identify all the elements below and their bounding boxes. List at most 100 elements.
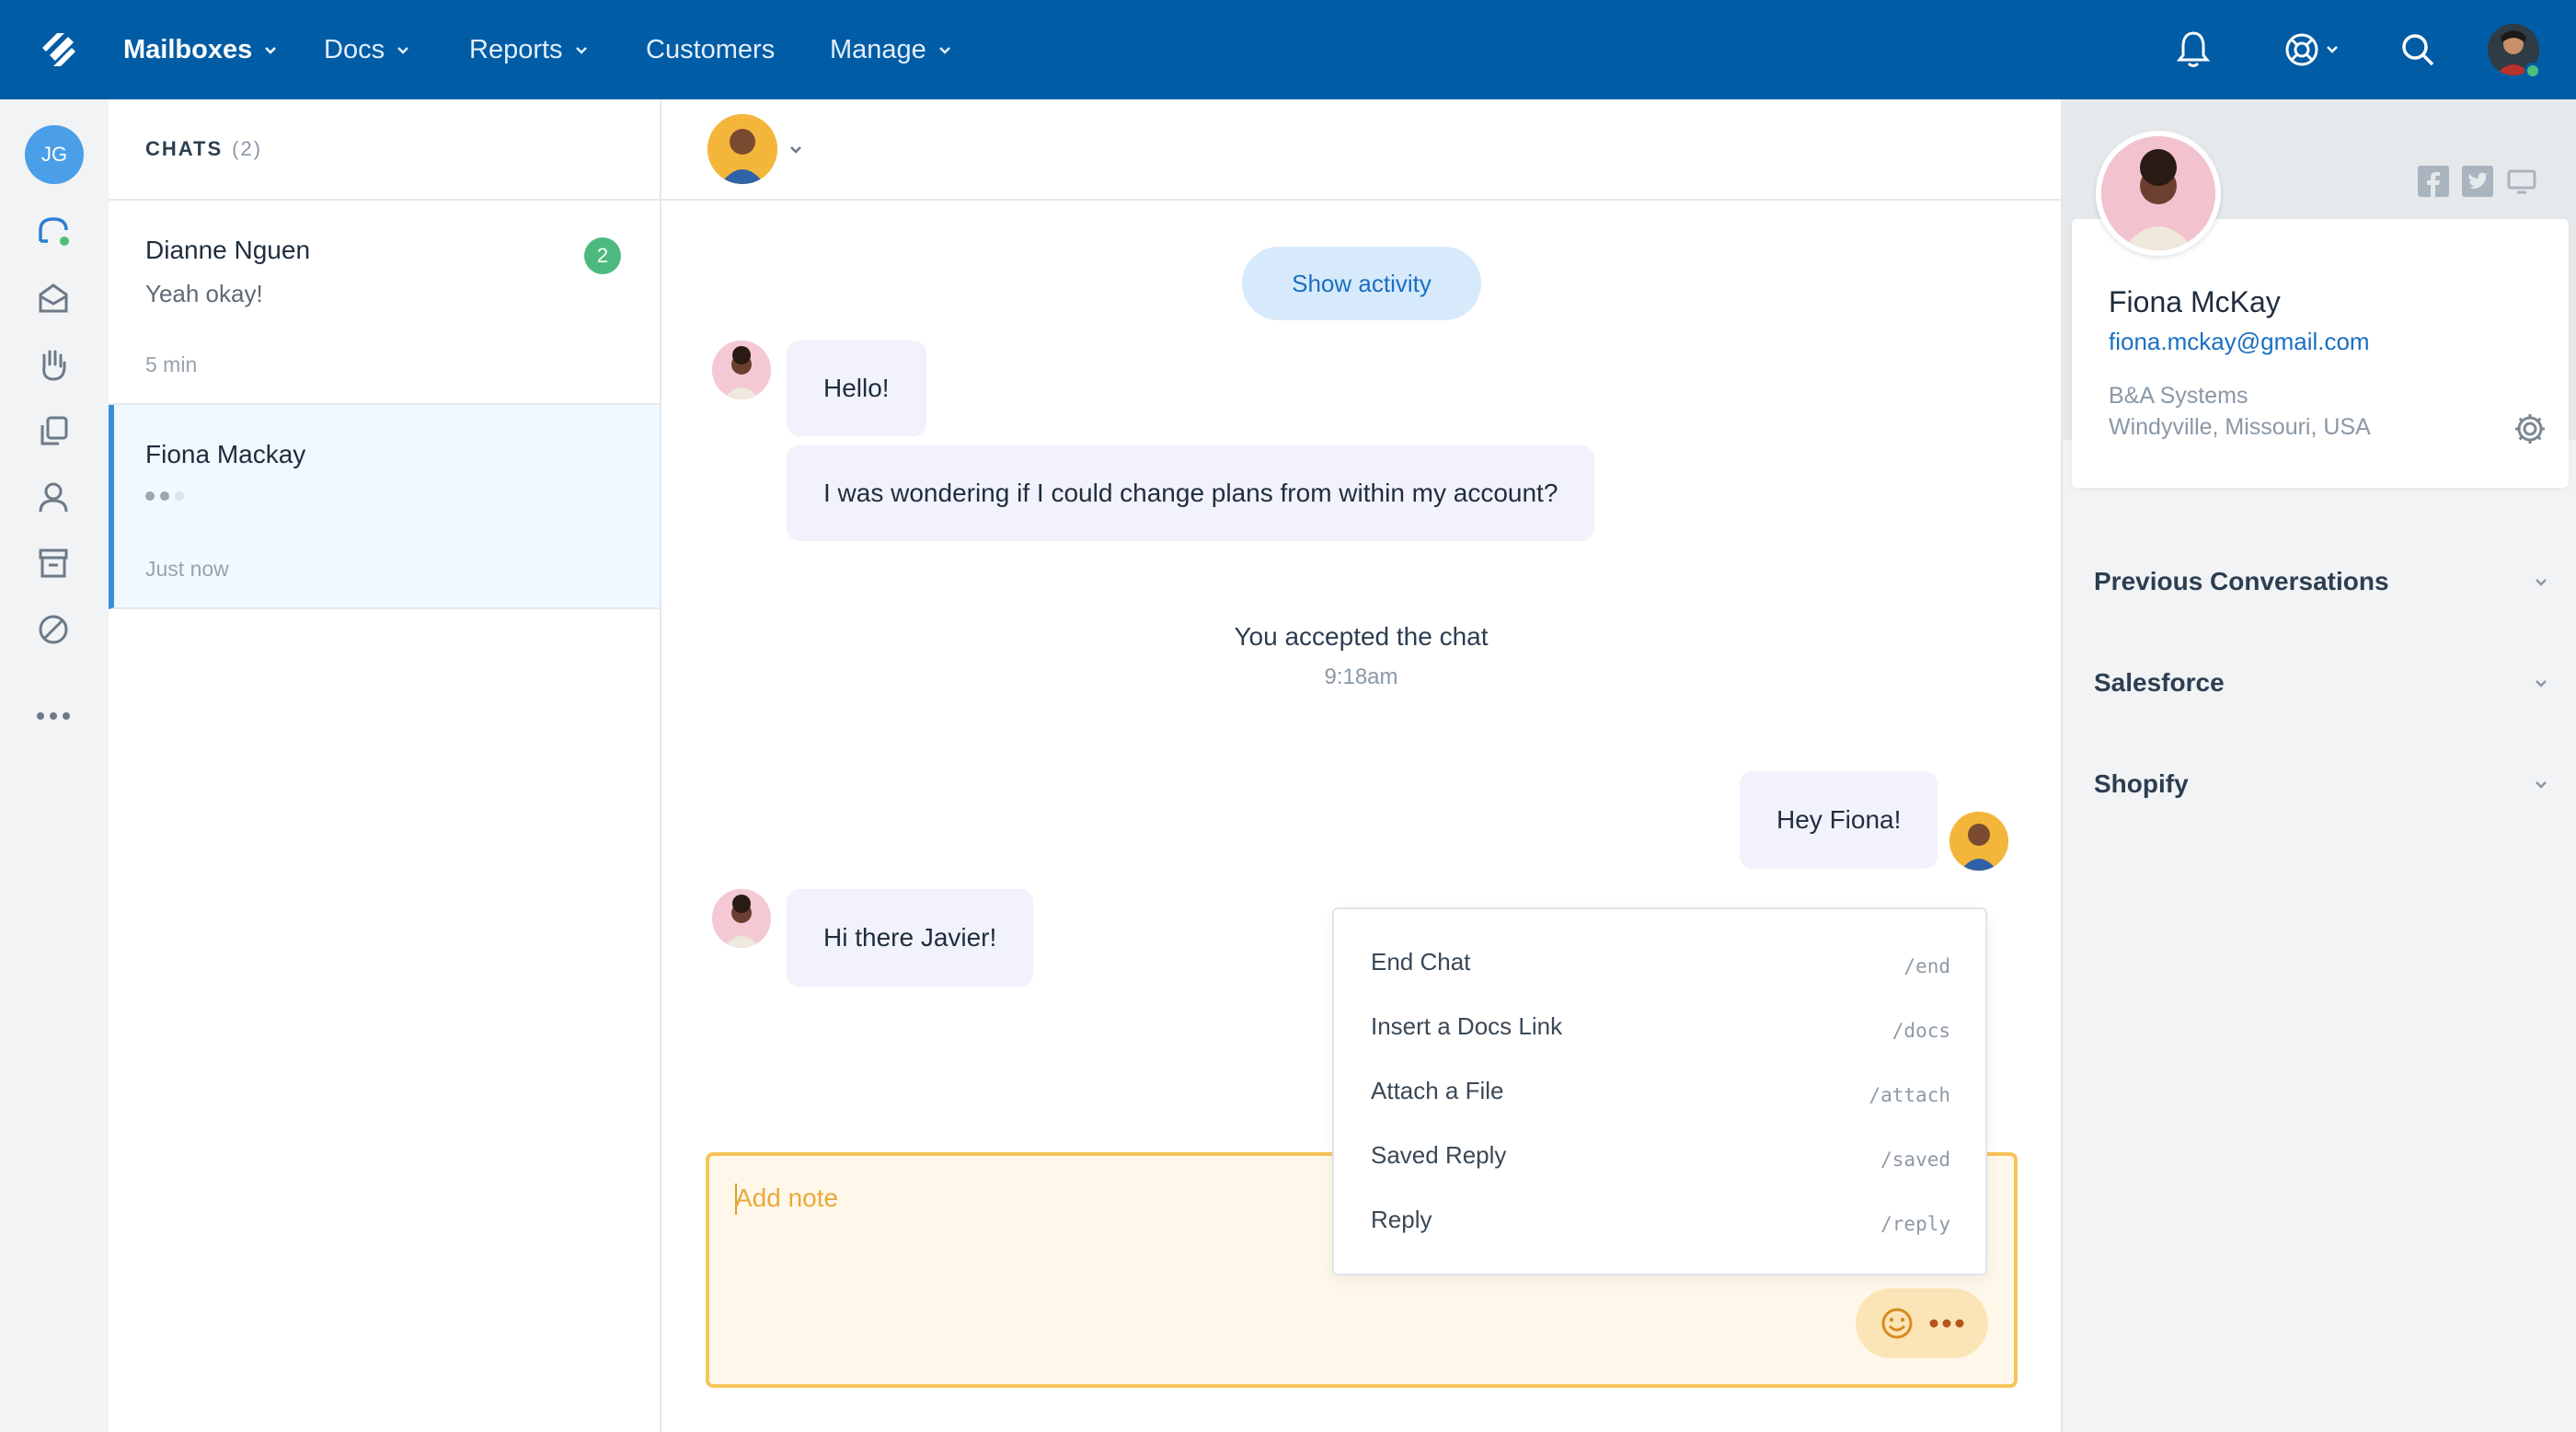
user-initials-avatar[interactable]: JG (25, 125, 84, 184)
assigned-agent-avatar[interactable] (707, 114, 777, 184)
nav-mailboxes[interactable]: Mailboxes (123, 31, 280, 68)
customer-avatar (712, 341, 771, 399)
section-previous-conversations[interactable]: Previous Conversations (2094, 554, 2550, 609)
typing-indicator (145, 491, 623, 501)
command-saved-reply[interactable]: Saved Reply/saved (1334, 1123, 1985, 1187)
message-bubble-agent: Hey Fiona! (1740, 771, 1938, 869)
command-label: Reply (1371, 1205, 1432, 1233)
customer-location: Windyville, Missouri, USA (2109, 414, 2371, 440)
command-shortcut: /attach (1869, 1084, 1950, 1106)
more-icon[interactable] (33, 696, 74, 736)
system-event-time: 9:18am (1324, 664, 1398, 689)
command-shortcut: /end (1903, 955, 1950, 977)
chat-time: 5 min (145, 352, 198, 376)
customer-name: Fiona McKay (2109, 285, 2281, 318)
nav-customers[interactable]: Customers (646, 31, 775, 68)
command-insert-docs-link[interactable]: Insert a Docs Link/docs (1334, 994, 1985, 1058)
section-shopify[interactable]: Shopify (2094, 756, 2550, 812)
command-shortcut: /docs (1892, 1020, 1950, 1042)
top-navigation-bar: Mailboxes Docs Reports Customers Manage (0, 0, 2576, 99)
chevron-down-icon (397, 47, 408, 54)
conversation-header (661, 99, 2061, 201)
message-text: Hi there Javier! (823, 923, 997, 952)
chat-customer-name: Fiona Mackay (145, 440, 306, 468)
emoji-icon[interactable] (1877, 1303, 1917, 1344)
command-attach-file[interactable]: Attach a File/attach (1334, 1058, 1985, 1123)
chevron-down-icon (575, 47, 587, 54)
user-initials: JG (40, 143, 68, 166)
bell-icon[interactable] (2171, 26, 2215, 74)
nav-docs-label: Docs (324, 34, 385, 64)
nav-docs[interactable]: Docs (324, 31, 412, 68)
nav-reports[interactable]: Reports (469, 31, 591, 68)
chat-list-count: (2) (232, 137, 263, 160)
chat-list-item[interactable]: Dianne Nguen Yeah okay! 5 min 2 (109, 201, 660, 405)
chat-time: Just now (145, 557, 229, 581)
nav-reports-label: Reports (469, 34, 563, 64)
command-shortcut: /reply (1880, 1213, 1950, 1235)
docs-icon[interactable] (33, 410, 74, 451)
helpscout-logo-icon[interactable] (37, 28, 81, 72)
message-bubble-customer: I was wondering if I could change plans … (787, 445, 1595, 541)
chevron-down-icon (2536, 579, 2547, 586)
command-shortcut: /saved (1880, 1149, 1950, 1171)
gear-icon[interactable] (2512, 410, 2548, 447)
nav-manage-label: Manage (830, 34, 926, 64)
facebook-icon[interactable] (2416, 164, 2451, 199)
chevron-down-icon (265, 47, 277, 54)
message-bubble-customer: Hi there Javier! (787, 889, 1034, 987)
chevron-down-icon (2536, 781, 2547, 789)
monitor-icon[interactable] (2504, 164, 2539, 199)
customer-sidebar: Fiona McKay fiona.mckay@gmail.com B&A Sy… (2061, 99, 2576, 1432)
chevron-down-icon[interactable] (787, 140, 805, 158)
twitter-icon[interactable] (2460, 164, 2495, 199)
note-placeholder: Add note (735, 1184, 839, 1212)
conversation-panel: Show activity Hello! I was wondering if … (661, 99, 2061, 1432)
chat-icon[interactable] (33, 212, 74, 252)
chevron-down-icon (938, 47, 950, 54)
blocked-icon[interactable] (33, 609, 74, 650)
archive-icon[interactable] (33, 543, 74, 583)
chat-list-panel: CHATS (2) Dianne Nguen Yeah okay! 5 min … (109, 99, 661, 1432)
chevron-down-icon (2536, 680, 2547, 687)
message-text: I was wondering if I could change plans … (823, 479, 1558, 507)
message-text: Hello! (823, 374, 890, 402)
section-salesforce[interactable]: Salesforce (2094, 655, 2550, 710)
system-event-text: You accepted the chat (1234, 622, 1489, 651)
message-text: Hey Fiona! (1777, 805, 1902, 834)
command-end-chat[interactable]: End Chat/end (1334, 930, 1985, 994)
customer-email-link[interactable]: fiona.mckay@gmail.com (2109, 328, 2370, 356)
hand-icon[interactable] (33, 344, 74, 385)
customer-avatar (712, 889, 771, 948)
customer-company: B&A Systems (2109, 383, 2248, 409)
help-lifebuoy-icon[interactable] (2282, 26, 2348, 74)
section-label: Previous Conversations (2094, 567, 2389, 595)
left-rail: JG (0, 99, 109, 1432)
customer-icon[interactable] (33, 477, 74, 517)
nav-mailboxes-label: Mailboxes (123, 34, 253, 64)
section-label: Shopify (2094, 769, 2189, 798)
message-bubble-customer: Hello! (787, 341, 926, 436)
command-reply[interactable]: Reply/reply (1334, 1187, 1985, 1252)
customer-profile-avatar (2096, 131, 2221, 256)
command-menu: End Chat/end Insert a Docs Link/docs Att… (1332, 907, 1987, 1276)
chat-list-item-selected[interactable]: Fiona Mackay Just now (109, 405, 660, 609)
nav-manage[interactable]: Manage (830, 31, 954, 68)
customer-profile-card: Fiona McKay fiona.mckay@gmail.com B&A Sy… (2072, 219, 2569, 488)
command-label: Attach a File (1371, 1076, 1504, 1104)
command-label: End Chat (1371, 947, 1471, 976)
section-label: Salesforce (2094, 668, 2225, 697)
search-icon[interactable] (2396, 26, 2440, 74)
inbox-icon[interactable] (33, 278, 74, 318)
chat-preview: Yeah okay! (145, 280, 263, 307)
more-options-icon[interactable] (1926, 1303, 1967, 1344)
command-label: Saved Reply (1371, 1140, 1507, 1169)
chat-list-title: CHATS (145, 137, 224, 160)
unread-count-badge: 2 (584, 237, 621, 274)
show-activity-button[interactable]: Show activity (1242, 247, 1481, 320)
command-label: Insert a Docs Link (1371, 1011, 1563, 1040)
chat-list-header: CHATS (2) (109, 99, 660, 201)
agent-avatar (1949, 812, 2008, 871)
chat-customer-name: Dianne Nguen (145, 236, 311, 264)
composer-toolbar (1856, 1288, 1988, 1358)
